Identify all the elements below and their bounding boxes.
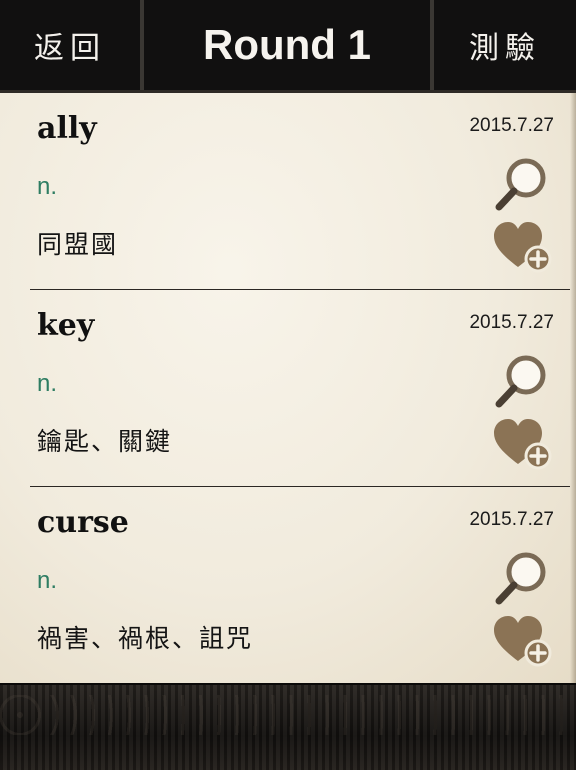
page-title: Round 1 [203,21,371,68]
word-meaning: 鑰匙、關鍵 [37,427,173,456]
part-of-speech: n. [37,173,58,200]
footer-ornament [0,695,576,735]
search-icon[interactable] [492,549,550,607]
word-title: ally [37,111,97,146]
entry-date: 2015.7.27 [469,312,554,333]
part-of-speech: n. [37,370,58,397]
entry-date: 2015.7.27 [469,115,554,136]
quiz-button[interactable]: 測驗 [430,0,576,90]
word-list: ally 2015.7.27 n. 同盟國 key 2015.7.27 n. 鑰… [0,93,576,683]
word-title: key [37,308,95,343]
top-navigation-bar: 返回 Round 1 測驗 [0,0,576,93]
favorite-add-icon[interactable] [492,613,552,667]
search-icon[interactable] [492,352,550,410]
favorite-add-icon[interactable] [492,416,552,470]
word-entry: ally 2015.7.27 n. 同盟國 [0,93,576,290]
word-title: curse [37,505,129,540]
word-meaning: 禍害、禍根、詛咒 [37,624,254,653]
decorative-footer [0,683,576,770]
word-meaning: 同盟國 [37,230,119,259]
favorite-add-icon[interactable] [492,219,552,273]
entry-date: 2015.7.27 [469,509,554,530]
word-entry: curse 2015.7.27 n. 禍害、禍根、詛咒 [0,487,576,683]
word-entry: key 2015.7.27 n. 鑰匙、關鍵 [0,290,576,487]
back-button[interactable]: 返回 [0,0,144,90]
part-of-speech: n. [37,567,58,594]
search-icon[interactable] [492,155,550,213]
